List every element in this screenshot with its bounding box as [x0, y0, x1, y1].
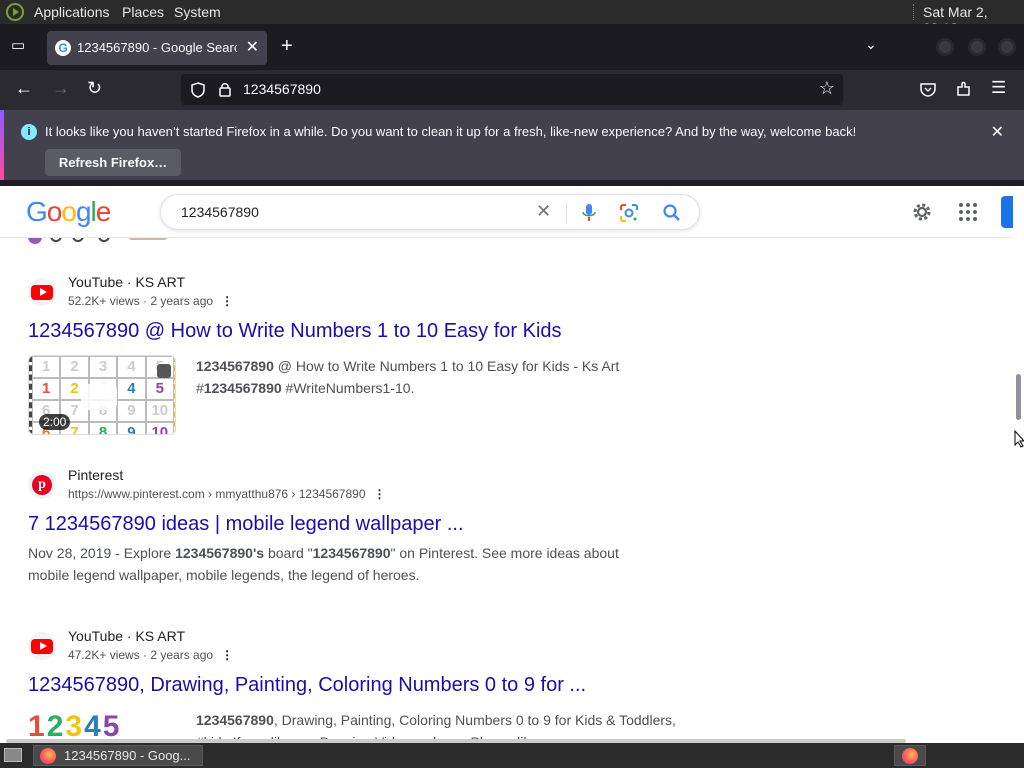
lock-icon[interactable]	[219, 82, 231, 97]
firefox-view-icon[interactable]: ▭	[11, 36, 25, 54]
result-url: https://www.pinterest.com › mmyatthu876 …	[68, 487, 386, 501]
extensions-icon[interactable]	[956, 81, 972, 97]
google-favicon-icon: G	[55, 40, 71, 56]
bottom-taskbar: 1234567890 - Goog...	[0, 743, 1024, 768]
result-source[interactable]: YouTube · KS ART 52.2K+ views · 2 years …	[28, 274, 688, 314]
close-window-icon[interactable]	[998, 38, 1016, 56]
result-meta: 52.2K+ views · 2 years ago ⋮	[68, 294, 234, 308]
panel-separator	[913, 4, 915, 20]
voice-search-mic-icon[interactable]	[582, 203, 596, 223]
taskbar-window-firefox[interactable]: 1234567890 - Goog...	[33, 745, 203, 766]
result-snippet: 1234567890 @ How to Write Numbers 1 to 1…	[196, 358, 620, 396]
pocket-icon[interactable]	[920, 82, 936, 97]
workspace-switcher[interactable]	[894, 745, 926, 766]
youtube-favicon-icon	[28, 632, 56, 660]
new-tab-icon[interactable]: +	[281, 35, 293, 58]
search-input[interactable]: 1234567890	[181, 204, 259, 220]
result-site-name: Pinterest	[68, 467, 124, 483]
tab-close-icon[interactable]: ✕	[246, 37, 259, 57]
google-apps-grid-icon[interactable]	[958, 202, 978, 222]
search-result-pinterest: p Pinterest https://www.pinterest.com › …	[28, 467, 688, 586]
search-results-page: Google 1234567890 ✕ YouTube · KS ART 52.…	[0, 186, 1013, 743]
result-source[interactable]: p Pinterest https://www.pinterest.com › …	[28, 467, 688, 507]
url-text[interactable]: 1234567890	[243, 81, 321, 97]
preview-icon	[157, 364, 171, 378]
firefox-workspace-icon	[902, 748, 918, 764]
play-icon[interactable]	[81, 384, 117, 410]
google-logo[interactable]: Google	[26, 196, 111, 228]
more-options-icon[interactable]: ⋮	[221, 648, 233, 662]
refresh-firefox-button[interactable]: Refresh Firefox…	[45, 149, 181, 176]
result-snippet: Nov 28, 2019 - Explore 1234567890's boar…	[28, 545, 619, 583]
firefox-icon	[40, 748, 56, 764]
applications-menu[interactable]: Applications	[34, 4, 110, 20]
tab-google-search[interactable]: G 1234567890 - Google Search ✕	[47, 31, 267, 65]
result-title-link[interactable]: 1234567890 @ How to Write Numbers 1 to 1…	[28, 320, 688, 343]
reload-icon[interactable]: ↻	[87, 78, 102, 99]
info-icon: i	[21, 124, 37, 140]
search-result-youtube-2: YouTube · KS ART 47.2K+ views · 2 years …	[28, 628, 688, 743]
list-tabs-chevron-icon[interactable]: ⌄	[865, 36, 877, 53]
video-thumbnail[interactable]: 1 2 3 4 5 1 2 3 4 5 6 7 8 9 10 6 7	[28, 355, 176, 435]
distro-logo-icon[interactable]	[6, 3, 24, 21]
url-bar[interactable]: 1234567890 ☆	[181, 74, 843, 105]
refresh-notification-bar: i It looks like you haven’t started Fire…	[0, 110, 1024, 180]
notification-close-icon[interactable]: ✕	[991, 122, 1004, 142]
google-lens-icon[interactable]	[619, 203, 639, 223]
vertical-scrollbar[interactable]	[1013, 186, 1024, 743]
more-options-icon[interactable]: ⋮	[221, 294, 233, 308]
minimize-window-icon[interactable]	[936, 38, 954, 56]
top-panel: Applications Places System Sat Mar 2, 03…	[0, 0, 1024, 36]
search-submit-icon[interactable]	[662, 203, 682, 223]
result-meta: 47.2K+ views · 2 years ago ⋮	[68, 648, 234, 662]
result-snippet: 1234567890, Drawing, Painting, Coloring …	[196, 712, 676, 743]
video-duration: 2:00	[39, 414, 71, 430]
navigation-toolbar: ← → ↻ 1234567890 ☆ ☰	[0, 70, 1024, 110]
tracking-shield-icon[interactable]	[191, 82, 205, 98]
forward-arrow-icon[interactable]: →	[52, 78, 70, 99]
bookmark-star-icon[interactable]: ☆	[819, 78, 835, 99]
result-title-link[interactable]: 1234567890, Drawing, Painting, Coloring …	[28, 674, 688, 697]
result-site-name: YouTube · KS ART	[68, 628, 185, 644]
taskbar-window-title: 1234567890 - Goog...	[64, 748, 191, 763]
google-header: Google 1234567890 ✕	[0, 186, 1013, 238]
sign-in-button[interactable]	[1001, 196, 1013, 228]
youtube-favicon-icon	[28, 278, 56, 306]
result-title-link[interactable]: 7 1234567890 ideas | mobile legend wallp…	[28, 513, 688, 536]
app-menu-hamburger-icon[interactable]: ☰	[991, 78, 1006, 98]
mouse-cursor-icon	[1014, 430, 1024, 448]
notification-message: It looks like you haven’t started Firefo…	[45, 124, 857, 139]
search-box[interactable]: 1234567890 ✕	[160, 194, 700, 230]
tab-title: 1234567890 - Google Search	[77, 40, 237, 55]
notification-accent	[0, 110, 4, 180]
back-arrow-icon[interactable]: ←	[15, 78, 33, 99]
search-result-youtube-1: YouTube · KS ART 52.2K+ views · 2 years …	[28, 274, 688, 441]
pinterest-favicon-icon: p	[28, 471, 56, 499]
result-source[interactable]: YouTube · KS ART 47.2K+ views · 2 years …	[28, 628, 688, 668]
maximize-window-icon[interactable]	[968, 38, 986, 56]
more-options-icon[interactable]: ⋮	[374, 487, 386, 501]
clear-search-icon[interactable]: ✕	[536, 201, 551, 222]
tab-strip: ▭ G 1234567890 - Google Search ✕ + ⌄	[0, 24, 1024, 70]
search-divider	[566, 203, 567, 223]
result-site-name: YouTube · KS ART	[68, 274, 185, 290]
settings-gear-icon[interactable]	[910, 200, 934, 224]
scrollbar-thumb[interactable]	[1016, 374, 1021, 420]
places-menu[interactable]: Places	[122, 4, 164, 20]
show-desktop-icon[interactable]	[4, 748, 22, 762]
system-menu[interactable]: System	[174, 4, 221, 20]
video-thumbnail[interactable]: 12345	[28, 709, 176, 743]
